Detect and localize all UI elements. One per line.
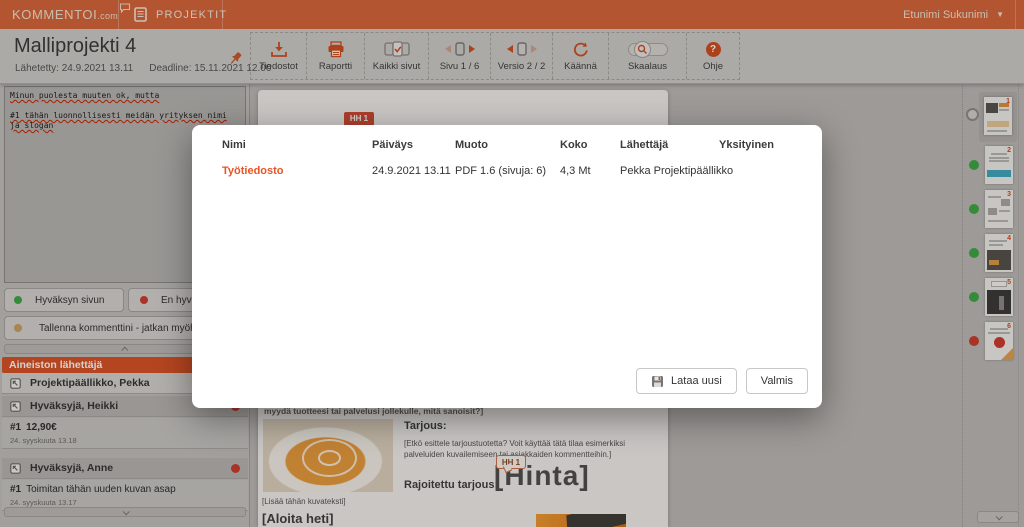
upload-new-label: Lataa uusi	[671, 375, 722, 387]
done-label: Valmis	[761, 375, 793, 387]
upload-file-icon	[651, 375, 664, 388]
file-name-link[interactable]: Työtiedosto	[222, 165, 284, 177]
done-button[interactable]: Valmis	[746, 368, 808, 394]
file-size: 4,3 Mt	[560, 165, 591, 177]
col-yksityinen: Yksityinen	[719, 139, 774, 151]
file-sender: Pekka Projektipäällikko	[620, 165, 733, 177]
file-format: PDF 1.6 (sivuja: 6)	[455, 165, 546, 177]
col-koko: Koko	[560, 139, 588, 151]
file-date: 24.9.2021 13.11	[372, 165, 451, 177]
col-muoto: Muoto	[455, 139, 488, 151]
col-lahettaja: Lähettäjä	[620, 139, 668, 151]
col-paivays: Päiväys	[372, 139, 413, 151]
col-nimi: Nimi	[222, 139, 246, 151]
files-dialog: Nimi Päiväys Muoto Koko Lähettäjä Yksity…	[192, 125, 822, 408]
upload-new-button[interactable]: Lataa uusi	[636, 368, 737, 394]
